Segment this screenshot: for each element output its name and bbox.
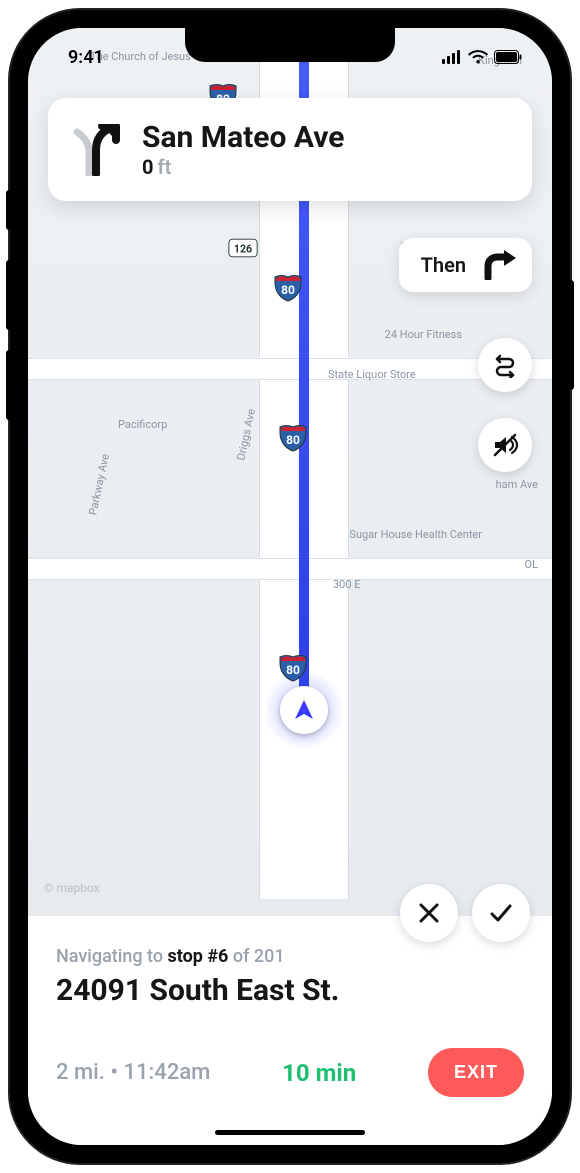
sheet-actions <box>400 884 530 942</box>
next-step-card[interactable]: Then <box>399 238 532 292</box>
cellular-icon <box>442 50 462 64</box>
status-time: 9:41 <box>68 47 104 68</box>
battery-icon <box>494 50 522 64</box>
nav-stop: stop #6 <box>168 946 229 967</box>
map-label-driggs: Driggs Ave <box>234 408 258 462</box>
power-button <box>568 280 574 390</box>
bear-right-icon <box>72 124 120 176</box>
svg-text:126: 126 <box>234 242 252 255</box>
eta: 10 min <box>282 1059 356 1087</box>
bullet: • <box>105 1060 124 1085</box>
route-options-button[interactable] <box>478 338 532 392</box>
route-swap-icon <box>492 352 518 378</box>
bottom-sheet: Navigating to stop #6 of 201 24091 South… <box>28 916 552 1145</box>
cross-road-2 <box>28 558 552 580</box>
nav-prefix: Navigating to <box>56 946 168 967</box>
speaker-muted-icon <box>491 431 519 459</box>
interstate-shield-icon: 80 <box>278 423 308 453</box>
state-route-shield-icon: 126 <box>228 233 258 263</box>
turn-right-icon <box>480 250 516 280</box>
cross-road-1 <box>28 358 552 380</box>
direction-distance: 0ft <box>142 155 345 179</box>
direction-distance-value: 0 <box>142 155 153 179</box>
map-label-pacificorp: Pacificorp <box>118 418 167 431</box>
volume-up-button <box>6 260 12 330</box>
arrival-time: 11:42am <box>124 1060 211 1085</box>
exit-button[interactable]: EXIT <box>428 1048 524 1097</box>
direction-distance-unit: ft <box>157 155 171 179</box>
interstate-shield-icon: 80 <box>273 273 303 303</box>
nav-status: Navigating to stop #6 of 201 <box>56 946 524 967</box>
wifi-icon <box>468 50 488 64</box>
home-indicator[interactable] <box>215 1130 365 1135</box>
map-attribution: © mapbox <box>44 881 100 895</box>
notch <box>185 28 395 62</box>
svg-text:80: 80 <box>286 433 300 447</box>
status-indicators <box>442 50 522 64</box>
map-label-fitness: 24 Hour Fitness <box>385 328 462 341</box>
svg-text:80: 80 <box>281 283 295 297</box>
navigation-arrow-icon <box>293 699 315 721</box>
map-label-liquor: State Liquor Store <box>328 368 416 381</box>
map-label-parkway: Parkway Ave <box>86 453 112 517</box>
map-label-300e: 300 E <box>333 578 361 591</box>
screen: 9:41 The Church of Jesus Christ of Kingd… <box>28 28 552 1145</box>
map-label-sugar: Sugar House Health Center <box>349 528 482 541</box>
distance-remaining: 2 mi. <box>56 1060 105 1085</box>
silent-switch <box>6 190 12 230</box>
destination-address: 24091 South East St. <box>56 973 524 1008</box>
volume-down-button <box>6 350 12 420</box>
map-label-ham: ham Ave <box>496 478 538 491</box>
direction-street: San Mateo Ave <box>142 120 345 155</box>
dismiss-button[interactable] <box>400 884 458 942</box>
map-label-ol: OL <box>525 558 539 571</box>
direction-text: San Mateo Ave 0ft <box>142 120 345 179</box>
close-icon <box>417 901 441 925</box>
check-icon <box>488 900 514 926</box>
phone-frame: 9:41 The Church of Jesus Christ of Kingd… <box>10 10 570 1163</box>
direction-card[interactable]: San Mateo Ave 0ft <box>48 98 532 201</box>
user-location-marker <box>280 686 328 734</box>
nav-suffix: of 201 <box>228 946 284 967</box>
bottom-row: 2 mi. • 11:42am 10 min EXIT <box>56 1048 524 1097</box>
distance-time: 2 mi. • 11:42am <box>56 1060 210 1085</box>
mute-button[interactable] <box>478 418 532 472</box>
confirm-button[interactable] <box>472 884 530 942</box>
then-label: Then <box>421 253 466 277</box>
